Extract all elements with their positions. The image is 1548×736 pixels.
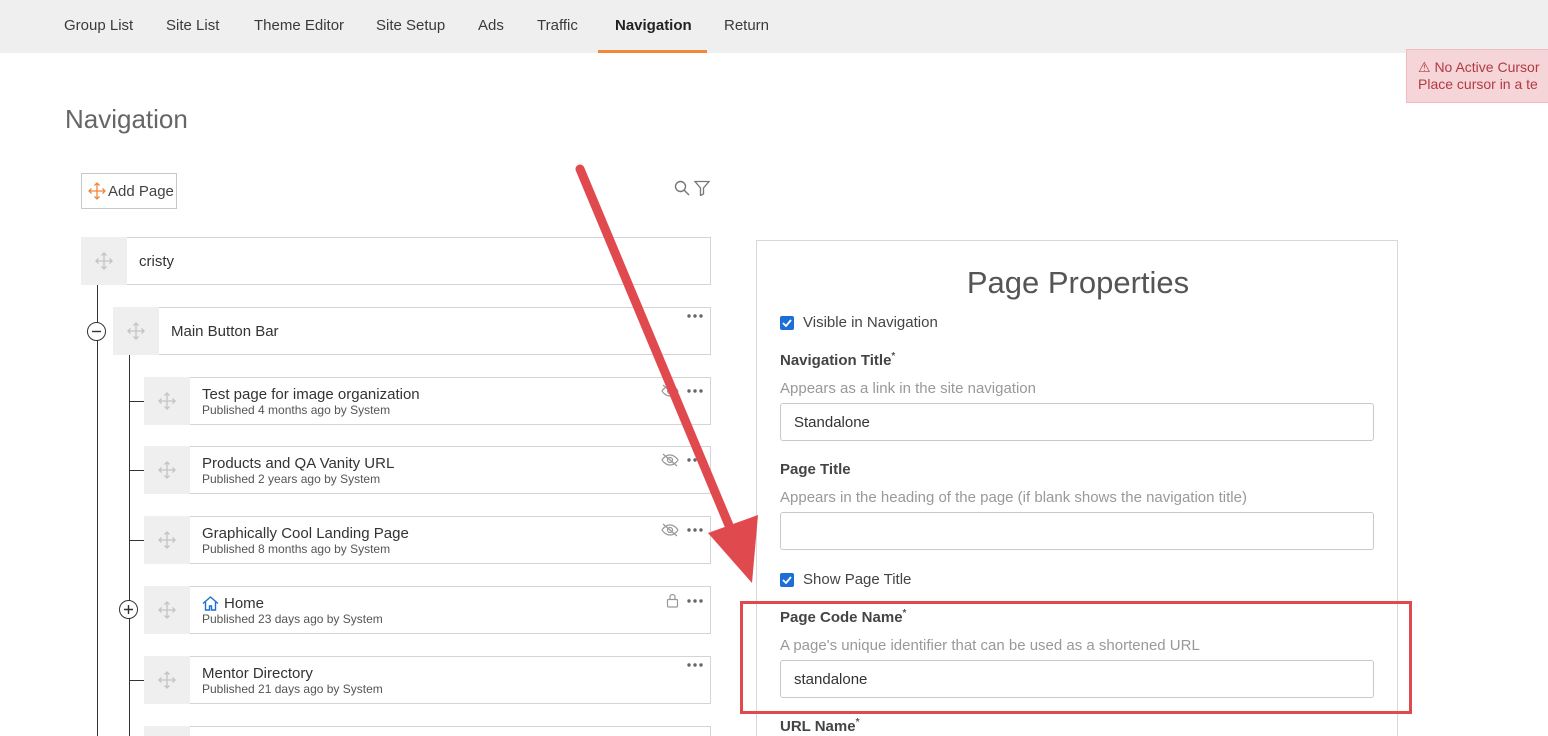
visible-in-navigation-checkbox[interactable]: Visible in Navigation (780, 314, 938, 331)
drag-handle[interactable] (144, 656, 190, 704)
drag-handle[interactable] (144, 516, 190, 564)
tab-traffic[interactable]: Traffic (537, 0, 578, 53)
tree-branch (130, 470, 144, 471)
collapse-toggle[interactable] (87, 322, 106, 341)
tab-site-list[interactable]: Site List (166, 0, 219, 53)
minus-icon (92, 330, 101, 333)
page-title-input[interactable] (780, 512, 1374, 550)
tree-branch (130, 540, 144, 541)
move-arrows-icon (127, 322, 145, 340)
add-page-label: Add Page (108, 182, 174, 200)
drag-handle[interactable] (81, 237, 127, 285)
move-arrows-icon (158, 601, 176, 619)
move-arrows-icon (158, 461, 176, 479)
node-title: Mentor Directory (202, 664, 313, 682)
tree-branch (130, 401, 144, 402)
tab-group-list[interactable]: Group List (64, 0, 133, 53)
navigation-title-input[interactable] (780, 403, 1374, 441)
show-page-title-checkbox[interactable]: Show Page Title (780, 571, 911, 588)
plus-icon (124, 605, 133, 614)
tree-node-page[interactable]: Mentor Directory Published 21 days ago b… (144, 656, 711, 704)
drag-handle[interactable] (113, 307, 159, 355)
node-meta: Published 21 days ago by System (202, 681, 383, 696)
drag-handle[interactable] (144, 586, 190, 634)
tree-line (97, 285, 98, 736)
tab-navigation[interactable]: Navigation (598, 0, 707, 53)
checkbox-label: Visible in Navigation (803, 314, 938, 331)
alert-message: Place cursor in a te (1418, 76, 1538, 92)
node-title: Home (202, 595, 710, 612)
url-name-label: URL Name* (780, 717, 860, 735)
page-title-hint: Appears in the heading of the page (if b… (780, 489, 1247, 506)
page-title: Navigation (65, 104, 188, 134)
expand-toggle[interactable] (119, 600, 138, 619)
panel-title: Page Properties (966, 265, 1190, 300)
checkbox-checked-icon[interactable] (780, 572, 794, 587)
top-navigation: Group List Site List Theme Editor Site S… (0, 0, 1548, 53)
tree-line (129, 354, 130, 736)
lock-icon (666, 593, 679, 608)
add-page-button[interactable]: Add Page (81, 173, 177, 209)
drag-handle[interactable] (144, 446, 190, 494)
more-options-icon[interactable] (687, 598, 703, 603)
tab-return[interactable]: Return (724, 0, 769, 53)
no-cursor-alert: ⚠ No Active Cursor Place cursor in a te (1406, 49, 1548, 103)
move-arrows-icon (95, 252, 113, 270)
move-arrows-icon (88, 182, 106, 200)
more-options-icon[interactable] (687, 663, 703, 667)
drag-handle[interactable] (144, 377, 190, 425)
tab-ads[interactable]: Ads (478, 0, 504, 53)
annotation-arrow-icon (575, 164, 758, 583)
home-icon (202, 595, 219, 611)
navigation-title-label: Navigation Title* (780, 351, 896, 369)
page-title-label: Page Title (780, 461, 851, 478)
move-arrows-icon (158, 671, 176, 689)
tree-node-page-partial[interactable] (144, 726, 711, 736)
node-meta: Published 23 days ago by System (202, 611, 383, 626)
annotation-highlight-box (740, 601, 1412, 714)
navigation-title-hint: Appears as a link in the site navigation (780, 380, 1036, 397)
checkbox-label: Show Page Title (803, 571, 912, 588)
alert-title: ⚠ No Active Cursor (1418, 59, 1540, 75)
move-arrows-icon (158, 531, 176, 549)
checkbox-checked-icon[interactable] (780, 315, 794, 330)
move-arrows-icon (158, 392, 176, 410)
tab-site-setup[interactable]: Site Setup (376, 0, 445, 53)
drag-handle[interactable] (144, 726, 190, 736)
tab-theme-editor[interactable]: Theme Editor (254, 0, 344, 53)
tree-branch (130, 680, 144, 681)
